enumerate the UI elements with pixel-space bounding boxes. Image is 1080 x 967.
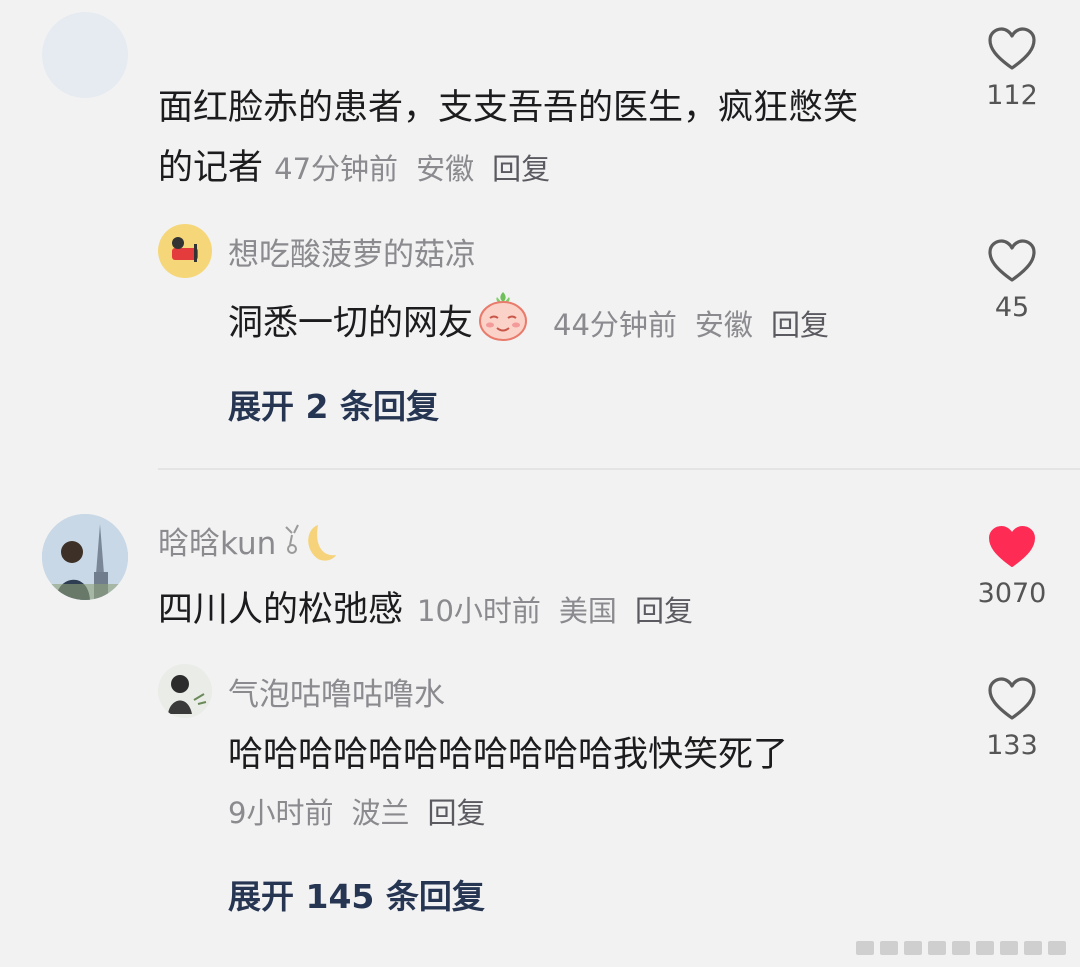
watermark bbox=[856, 941, 1066, 955]
reply-username[interactable]: 气泡咕噜咕噜水 bbox=[228, 669, 445, 714]
comment-text-line: 的记者 bbox=[158, 148, 264, 188]
comment-text-content: 四川人的松弛感 bbox=[158, 590, 404, 630]
like-button[interactable]: 133 bbox=[967, 676, 1057, 761]
like-button[interactable]: 112 bbox=[967, 26, 1057, 111]
comment-meta: 10小时前 美国 回复 bbox=[417, 594, 693, 628]
reply-meta: 44分钟前 安徽 回复 bbox=[553, 308, 829, 342]
expand-replies-button[interactable]: 展开 2 条回复 bbox=[228, 380, 439, 428]
like-count: 133 bbox=[986, 730, 1038, 761]
like-count: 112 bbox=[986, 80, 1038, 111]
avatar[interactable] bbox=[42, 12, 128, 98]
like-count: 45 bbox=[994, 292, 1030, 323]
reply-location: 安徽 bbox=[694, 307, 753, 342]
reply-location: 波兰 bbox=[351, 796, 410, 830]
moon-icon bbox=[278, 519, 340, 573]
avatar[interactable] bbox=[158, 224, 212, 278]
like-button[interactable]: 45 bbox=[967, 238, 1057, 323]
comment-divider bbox=[158, 468, 1080, 470]
reply-text-content: 洞悉一切的网友 bbox=[228, 303, 474, 344]
reply-button[interactable]: 回复 bbox=[427, 796, 485, 830]
reply-username[interactable]: 想吃酸菠萝的菇凉 bbox=[228, 229, 476, 274]
reply-text: 哈哈哈哈哈哈哈哈哈哈哈我快笑死了 bbox=[228, 735, 789, 775]
comment-time: 47分钟前 bbox=[274, 152, 399, 186]
heart-outline-icon bbox=[988, 27, 1036, 70]
avatar-image bbox=[168, 675, 207, 714]
username-text: 晗晗kun bbox=[158, 526, 277, 562]
like-count: 3070 bbox=[977, 578, 1047, 609]
comment-meta: 47分钟前 安徽 回复 bbox=[274, 152, 550, 186]
comment-time: 10小时前 bbox=[417, 594, 541, 628]
heart-filled-icon bbox=[989, 526, 1035, 567]
comment-text: 四川人的松弛感 10小时前 美国 回复 bbox=[158, 580, 693, 641]
comment-location: 安徽 bbox=[416, 152, 475, 186]
comment-username[interactable]: 晗晗kun bbox=[158, 518, 340, 573]
avatar-image bbox=[172, 237, 198, 262]
pineapple-emoji-icon bbox=[475, 288, 531, 361]
comment-text: 面红脸赤的患者，支支吾吾的医生，疯狂憋笑 的记者 47分钟前 安徽 回复 bbox=[158, 78, 958, 199]
heart-outline-icon bbox=[988, 677, 1036, 720]
avatar-image bbox=[42, 514, 128, 600]
comment-location: 美国 bbox=[558, 594, 617, 628]
avatar[interactable] bbox=[42, 514, 128, 600]
reply-text: 洞悉一切的网友 44分钟前 安徽 回复 bbox=[228, 288, 829, 361]
reply-button[interactable]: 回复 bbox=[635, 594, 693, 628]
expand-replies-button[interactable]: 展开 145 条回复 bbox=[228, 870, 485, 918]
comment-text-line: 面红脸赤的患者，支支吾吾的医生，疯狂憋笑 bbox=[158, 88, 859, 128]
reply-button[interactable]: 回复 bbox=[492, 152, 550, 186]
heart-outline-icon bbox=[988, 239, 1036, 282]
reply-time: 44分钟前 bbox=[553, 307, 677, 342]
avatar[interactable] bbox=[158, 664, 212, 718]
like-button[interactable]: 3070 bbox=[967, 524, 1057, 609]
reply-time: 9小时前 bbox=[228, 796, 334, 830]
reply-meta: 9小时前 波兰 回复 bbox=[228, 790, 485, 832]
reply-button[interactable]: 回复 bbox=[771, 308, 829, 342]
